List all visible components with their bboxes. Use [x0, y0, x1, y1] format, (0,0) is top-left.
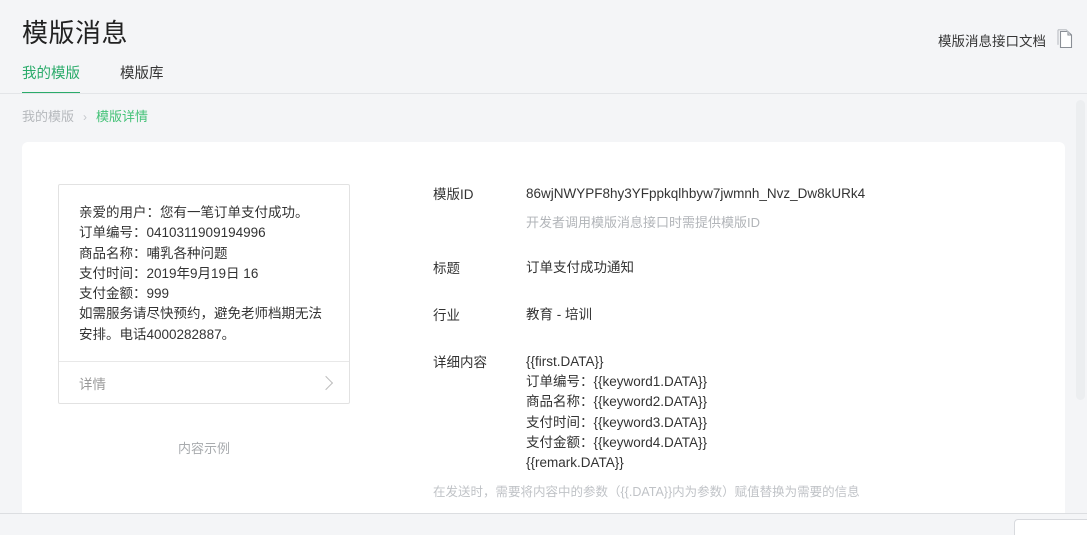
- content-line: 订单编号：{{keyword1.DATA}}: [526, 374, 708, 390]
- field-label-template-id: 模版ID: [433, 187, 474, 202]
- template-fields: 模版ID 86wjNWYPF8hy3YFppkqlhbyw7jwmnh_Nvz_…: [433, 184, 1025, 499]
- field-label-industry: 行业: [433, 308, 460, 323]
- field-value-industry: 教育 - 培训: [526, 307, 592, 322]
- interface-doc-label: 模版消息接口文档: [938, 33, 1046, 49]
- tab-bar-divider: [0, 93, 1087, 94]
- breadcrumb: 我的模版 › 模版详情: [22, 108, 148, 126]
- content-line: 商品名称：{{keyword2.DATA}}: [526, 394, 708, 410]
- field-row-industry: 行业 教育 - 培训: [433, 305, 1025, 326]
- template-detail-card: 亲爱的用户：您有一笔订单支付成功。 订单编号：0410311909194996 …: [22, 142, 1065, 514]
- field-value-title: 订单支付成功通知: [526, 260, 634, 275]
- message-preview-column: 亲爱的用户：您有一笔订单支付成功。 订单编号：0410311909194996 …: [58, 184, 350, 457]
- content-line: {{remark.DATA}}: [526, 455, 624, 471]
- breadcrumb-separator-icon: ›: [83, 110, 88, 124]
- field-value-content: {{first.DATA}} 订单编号：{{keyword1.DATA}} 商品…: [526, 352, 1025, 473]
- tab-bar: 我的模版 模版库: [22, 62, 164, 94]
- breadcrumb-item-template-detail[interactable]: 模版详情: [96, 108, 148, 126]
- tab-my-templates[interactable]: 我的模版: [22, 64, 80, 94]
- message-preview-body: 亲爱的用户：您有一笔订单支付成功。 订单编号：0410311909194996 …: [59, 185, 349, 361]
- breadcrumb-item-my-templates[interactable]: 我的模版: [22, 108, 74, 126]
- content-line: 支付时间：{{keyword3.DATA}}: [526, 414, 708, 430]
- preview-line: 如需服务请尽快预约，避免老师档期无法安排。电话4000282887。: [79, 306, 322, 342]
- content-line: {{first.DATA}}: [526, 354, 604, 369]
- field-label-title: 标题: [433, 261, 460, 276]
- field-row-template-id: 模版ID 86wjNWYPF8hy3YFppkqlhbyw7jwmnh_Nvz_…: [433, 184, 1025, 232]
- field-hint-template-id: 开发者调用模版消息接口时需提供模版ID: [526, 215, 761, 230]
- template-message-page: 模版消息 模版消息接口文档 我的模版 模版库 我的模版 › 模版详情 亲爱的用户…: [0, 0, 1087, 535]
- page-title: 模版消息: [22, 18, 129, 48]
- preview-line: 商品名称：哺乳各种问题: [79, 245, 228, 261]
- field-label-content: 详细内容: [433, 355, 487, 370]
- field-value-wrap-template-id: 86wjNWYPF8hy3YFppkqlhbyw7jwmnh_Nvz_Dw8kU…: [526, 184, 865, 232]
- page-header: 模版消息 模版消息接口文档 我的模版 模版库: [0, 0, 1087, 96]
- preview-caption: 内容示例: [177, 441, 230, 457]
- preview-detail-row[interactable]: 详情: [59, 361, 349, 403]
- parameter-replacement-note: 在发送时，需要将内容中的参数（{{.DATA}}内为参数）赋值替换为需要的信息: [433, 485, 860, 499]
- preview-line: 支付时间：2019年9月19日 16: [79, 265, 259, 281]
- page-scrollbar-thumb[interactable]: [1076, 100, 1085, 400]
- message-preview-box: 亲爱的用户：您有一笔订单支付成功。 订单编号：0410311909194996 …: [58, 184, 350, 405]
- bottom-right-popup-text: — — —: [1027, 531, 1070, 535]
- preview-detail-label: 详情: [79, 376, 106, 392]
- tab-template-library[interactable]: 模版库: [120, 64, 164, 94]
- preview-line: 亲爱的用户：您有一笔订单支付成功。: [79, 205, 309, 220]
- field-value-template-id: 86wjNWYPF8hy3YFppkqlhbyw7jwmnh_Nvz_Dw8kU…: [526, 186, 866, 201]
- page-scrollbar-track[interactable]: [1073, 0, 1087, 535]
- preview-line: 订单编号：0410311909194996: [79, 225, 266, 241]
- content-line: 支付金额：{{keyword4.DATA}}: [526, 434, 708, 450]
- document-icon: [1056, 29, 1073, 50]
- interface-doc-link[interactable]: 模版消息接口文档: [938, 29, 1073, 50]
- bottom-strip: [0, 514, 1087, 535]
- chevron-right-icon: [318, 375, 334, 390]
- field-row-content: 详细内容 {{first.DATA}} 订单编号：{{keyword1.DATA…: [433, 352, 1025, 473]
- preview-line: 支付金额：999: [79, 286, 170, 302]
- field-row-title: 标题 订单支付成功通知: [433, 258, 1025, 279]
